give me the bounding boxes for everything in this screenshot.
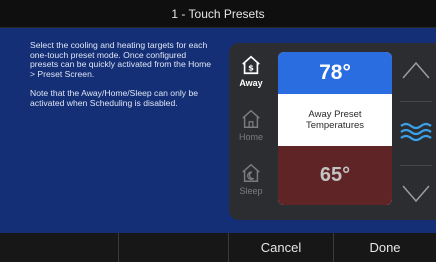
- away-house-dollar-icon: $: [242, 55, 260, 75]
- description-paragraph-1: Select the cooling and heating targets f…: [30, 40, 212, 80]
- mode-away-label: Away: [239, 78, 263, 88]
- description-paragraph-2: Note that the Away/Home/Sleep can only b…: [30, 87, 199, 108]
- mode-selector: $ Away Home Sleep: [229, 43, 273, 220]
- description-text: Select the cooling and heating targets f…: [30, 40, 215, 117]
- chevron-up-icon: [402, 61, 430, 79]
- svg-text:$: $: [248, 63, 254, 73]
- done-button[interactable]: Done: [334, 233, 436, 262]
- page-title: 1 - Touch Presets: [171, 6, 265, 21]
- preset-title: Away Preset: [308, 109, 362, 120]
- title-bar: 1 - Touch Presets: [0, 0, 436, 28]
- fan-waves-icon: [400, 122, 432, 142]
- main-area: Select the cooling and heating targets f…: [0, 28, 436, 233]
- temp-down-button[interactable]: [398, 177, 434, 211]
- cool-setpoint[interactable]: 78°: [278, 52, 392, 94]
- chevron-down-icon: [402, 185, 430, 203]
- preset-subtitle: Temperatures: [305, 120, 365, 131]
- control-divider: [400, 101, 432, 102]
- preset-temperature-card: 78° Away Preset Temperatures 65°: [278, 52, 392, 205]
- mode-home-label: Home: [238, 132, 263, 142]
- sleep-house-moon-icon: [242, 163, 260, 182]
- preset-panel: $ Away Home Sleep 78° Away Preset Temper…: [229, 43, 436, 220]
- fan-button[interactable]: [396, 115, 436, 149]
- home-house-icon: [242, 109, 260, 128]
- footer-bar: Cancel Done: [0, 233, 436, 262]
- mode-sleep-label: Sleep: [239, 186, 263, 196]
- mode-away-button[interactable]: $ Away: [229, 47, 273, 95]
- footer-button-1[interactable]: [0, 233, 119, 262]
- cancel-button[interactable]: Cancel: [229, 233, 334, 262]
- temp-up-button[interactable]: [398, 53, 434, 87]
- footer-button-2[interactable]: [119, 233, 229, 262]
- mode-home-button[interactable]: Home: [229, 101, 273, 149]
- heat-setpoint[interactable]: 65°: [278, 146, 392, 205]
- control-column: [396, 43, 436, 220]
- control-divider: [400, 165, 432, 166]
- preset-label: Away Preset Temperatures: [278, 94, 392, 146]
- mode-sleep-button[interactable]: Sleep: [229, 155, 273, 203]
